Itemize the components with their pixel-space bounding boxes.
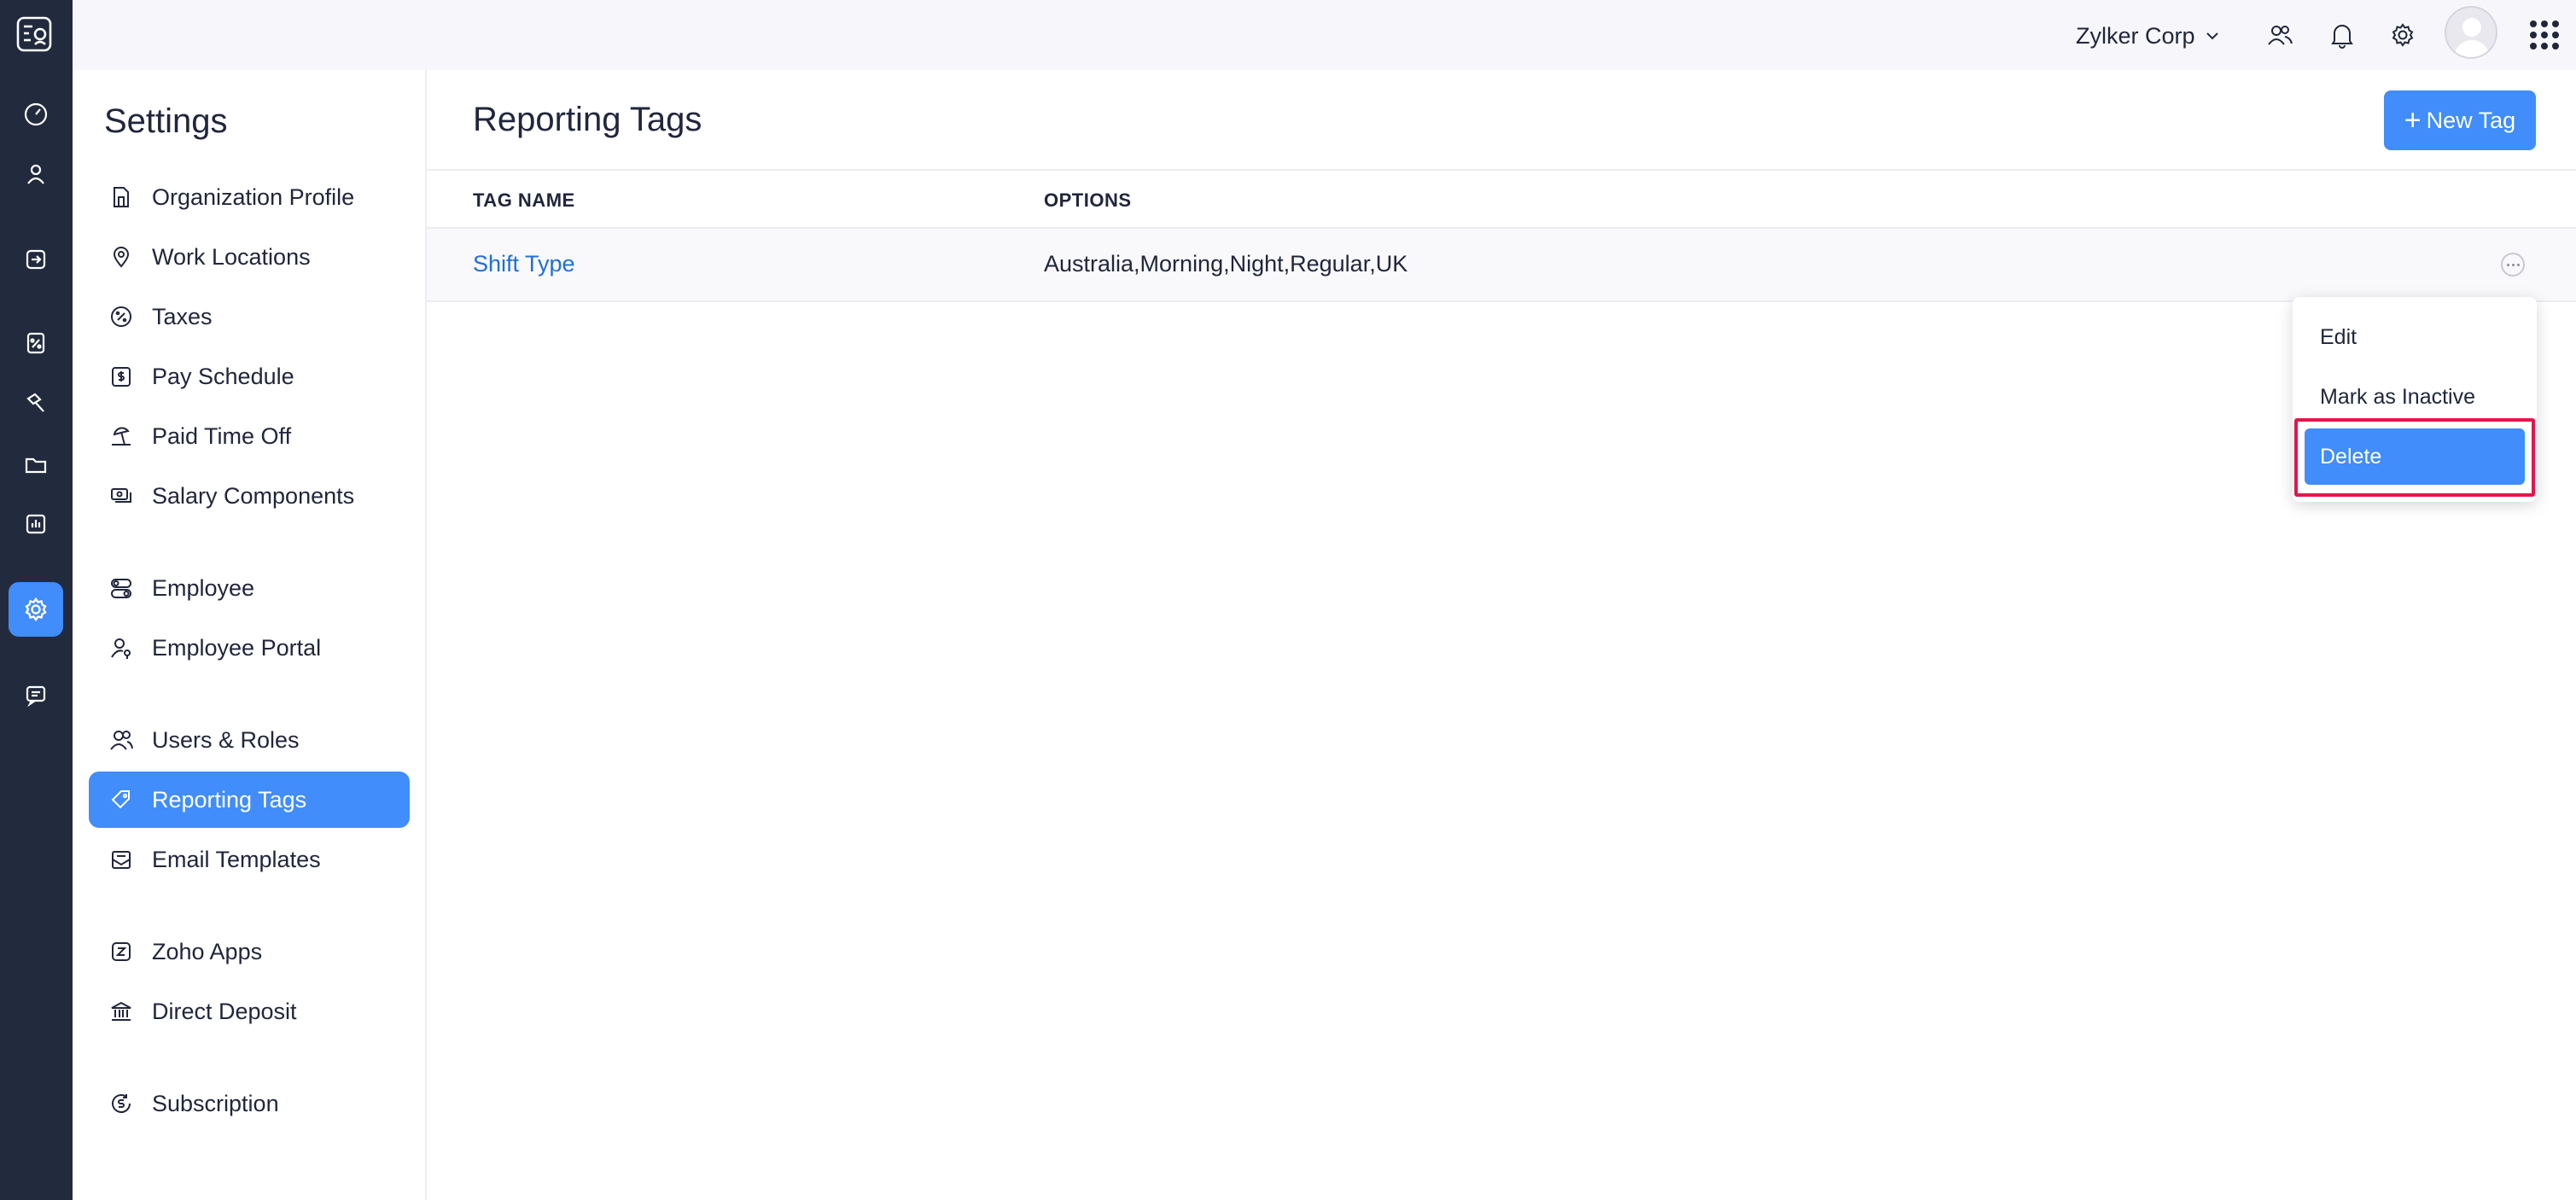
settings-item-paid-time-off[interactable]: Paid Time Off <box>89 408 410 464</box>
tag-icon <box>108 786 135 813</box>
more-options-icon[interactable] <box>2501 253 2525 277</box>
user-key-icon <box>108 634 135 661</box>
settings-item-label: Paid Time Off <box>152 422 292 449</box>
avatar[interactable] <box>2445 6 2497 59</box>
person-icon <box>27 164 44 184</box>
org-name: Zylker Corp <box>2076 22 2195 49</box>
settings-sidebar: Settings Organization Profile Work Locat… <box>73 70 427 1200</box>
settings-item-label: Organization Profile <box>152 183 355 210</box>
settings-item-label: Reporting Tags <box>152 786 307 813</box>
bell-icon[interactable] <box>2322 15 2362 55</box>
building-doc-icon <box>108 183 135 211</box>
rail-approvals[interactable] <box>9 376 63 430</box>
column-header-options: OPTIONS <box>1044 189 1132 211</box>
chat-icon <box>26 685 46 708</box>
table-row[interactable]: Shift Type Australia,Morning,Night,Regul… <box>427 229 2576 302</box>
dollar-calendar-icon <box>108 363 135 390</box>
settings-title: Settings <box>104 102 228 140</box>
percent-doc-icon <box>26 332 45 354</box>
gauge-icon <box>24 102 48 126</box>
settings-item-reporting-tags[interactable]: Reporting Tags <box>89 772 410 828</box>
new-tag-label: New Tag <box>2426 107 2516 133</box>
settings-item-direct-deposit[interactable]: Direct Deposit <box>89 983 410 1040</box>
rail-reports[interactable] <box>9 497 63 551</box>
settings-item-label: Employee Portal <box>152 634 322 661</box>
menu-item-mark-inactive[interactable]: Mark as Inactive <box>2305 369 2525 425</box>
settings-item-employee[interactable]: Employee <box>89 560 410 616</box>
settings-item-label: Employee <box>152 574 255 601</box>
folder-icon <box>25 457 47 474</box>
rail-taxes[interactable] <box>9 316 63 370</box>
table-header: TAG NAME OPTIONS <box>427 169 2576 229</box>
rail-pay-runs[interactable] <box>9 232 63 287</box>
envelope-doc-icon <box>108 846 135 873</box>
rail-documents[interactable] <box>9 437 63 492</box>
avatar-body <box>2454 40 2490 57</box>
settings-item-label: Direct Deposit <box>152 998 297 1024</box>
org-switcher[interactable]: Zylker Corp <box>2076 20 2219 51</box>
settings-item-zoho-apps[interactable]: Zoho Apps <box>89 923 410 980</box>
tag-options: Australia,Morning,Night,Regular,UK <box>1044 251 1408 277</box>
settings-item-taxes[interactable]: Taxes <box>89 288 410 345</box>
rail-employees[interactable] <box>9 147 63 201</box>
hammer-icon <box>26 393 44 412</box>
users-icon <box>108 726 135 754</box>
z-square-icon <box>108 938 135 965</box>
settings-item-employee-portal[interactable]: Employee Portal <box>89 620 410 676</box>
settings-item-label: Work Locations <box>152 243 311 270</box>
team-icon[interactable] <box>2260 15 2299 55</box>
settings-item-label: Email Templates <box>152 846 321 872</box>
settings-item-users-roles[interactable]: Users & Roles <box>89 712 410 768</box>
settings-item-label: Subscription <box>152 1090 279 1116</box>
app-grid-icon[interactable] <box>2530 20 2559 50</box>
bank-icon <box>108 998 135 1025</box>
bar-chart-icon <box>26 514 46 534</box>
main-content: Reporting Tags + New Tag TAG NAME OPTION… <box>427 70 2576 1200</box>
rail-dashboard[interactable] <box>9 87 63 142</box>
employee-toggle-icon <box>108 574 135 602</box>
coin-refresh-icon <box>108 1090 135 1117</box>
rail-feedback[interactable] <box>9 667 63 722</box>
column-header-tag-name: TAG NAME <box>473 189 575 211</box>
money-stack-icon <box>108 482 135 510</box>
settings-gear-icon[interactable] <box>2383 15 2422 55</box>
app-logo-icon[interactable] <box>12 12 56 56</box>
page-title: Reporting Tags <box>473 101 702 138</box>
delete-highlight-box <box>2294 418 2535 497</box>
plus-icon: + <box>2404 104 2422 137</box>
settings-item-label: Taxes <box>152 303 213 329</box>
settings-item-organization-profile[interactable]: Organization Profile <box>89 169 410 225</box>
settings-item-salary-components[interactable]: Salary Components <box>89 468 410 524</box>
settings-item-label: Pay Schedule <box>152 363 294 389</box>
app-rail <box>0 0 73 1200</box>
menu-item-edit[interactable]: Edit <box>2305 309 2525 365</box>
settings-item-label: Users & Roles <box>152 726 300 753</box>
percent-circle-icon <box>108 303 135 330</box>
gear-icon <box>25 597 47 622</box>
settings-item-label: Zoho Apps <box>152 938 263 964</box>
new-tag-button[interactable]: + New Tag <box>2384 90 2536 150</box>
settings-item-subscription[interactable]: Subscription <box>89 1075 410 1132</box>
tag-name-link[interactable]: Shift Type <box>473 251 575 277</box>
settings-item-email-templates[interactable]: Email Templates <box>89 831 410 888</box>
settings-item-label: Salary Components <box>152 482 355 509</box>
arrow-in-box-icon <box>26 249 46 270</box>
location-pin-icon <box>108 243 135 271</box>
rail-settings[interactable] <box>9 582 63 637</box>
avatar-head <box>2462 18 2481 37</box>
chevron-down-icon <box>2206 32 2219 40</box>
settings-item-work-locations[interactable]: Work Locations <box>89 229 410 285</box>
beach-icon <box>108 422 135 450</box>
settings-item-pay-schedule[interactable]: Pay Schedule <box>89 348 410 405</box>
